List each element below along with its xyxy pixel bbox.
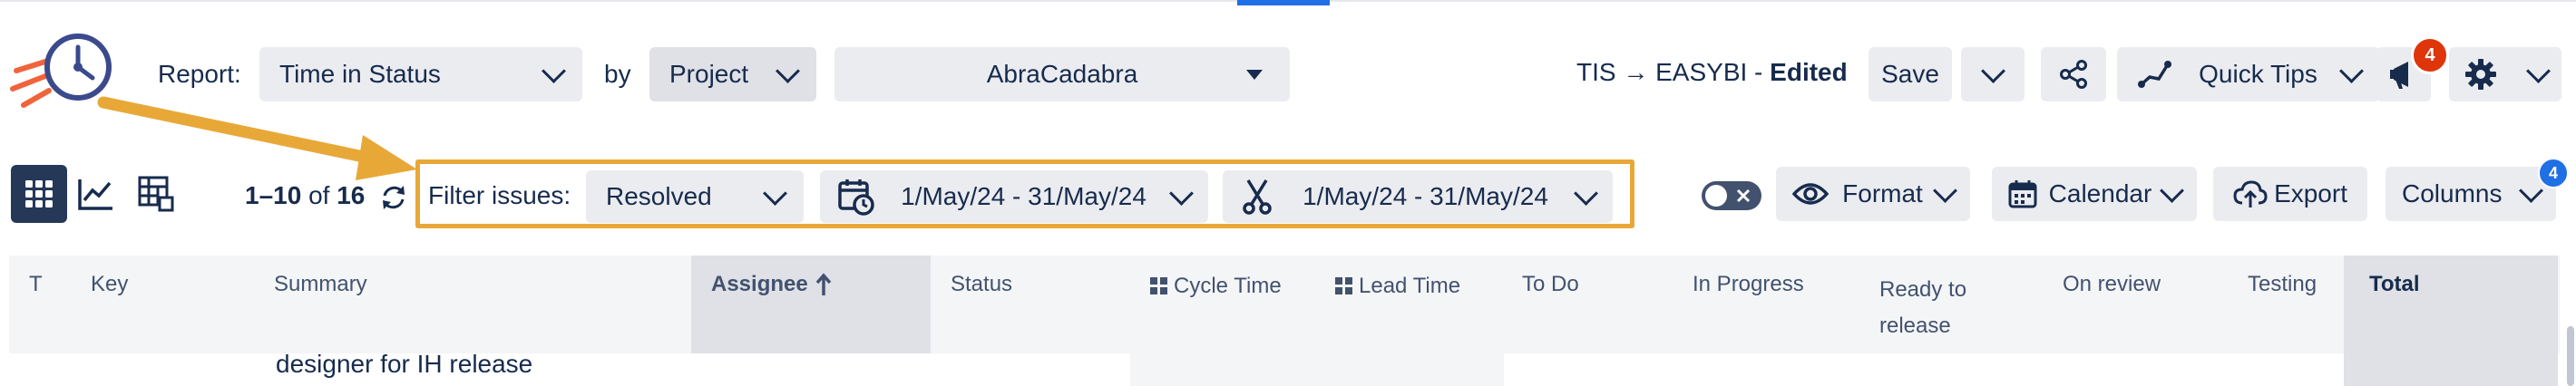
columns-badge: 4 [2538,158,2569,188]
project-select-value: AbraCadabra [986,60,1138,88]
calendar-clock-icon [838,179,874,216]
column-header-key[interactable]: Key [91,272,128,297]
refresh-icon[interactable] [379,183,408,212]
format-label: Format [1842,179,1923,207]
chevron-down-icon [542,58,566,83]
columns-label: Columns [2402,179,2503,207]
caret-down-icon [1246,69,1263,80]
column-header-cycle-time[interactable]: Cycle Time [1150,274,1282,299]
calendar-label: Calendar [2048,179,2152,207]
lead-time-label: Lead Time [1359,274,1461,298]
group-by-value: Project [669,60,749,88]
sort-ascending-icon [815,273,832,295]
grid-view-button[interactable] [11,165,67,223]
quick-tips-label: Quick Tips [2199,60,2317,88]
chevron-down-icon [763,180,787,206]
ready-line-2: release [1879,314,1951,338]
column-header-total[interactable]: Total [2369,272,2420,297]
columns-button[interactable]: Columns [2386,167,2556,221]
chevron-down-icon [1574,180,1598,206]
column-header-lead-time[interactable]: Lead Time [1335,274,1460,299]
filter-label: Filter issues: [428,181,571,209]
toggle-switch[interactable] [1702,181,1761,210]
chevron-down-icon [776,58,800,83]
date-range-2-value: 1/May/24 - 31/May/24 [1303,182,1548,210]
cycle-lead-cells [1130,353,1504,386]
report-select[interactable]: Time in Status [259,47,582,101]
ready-line-1: Ready to [1879,277,1967,302]
column-header-summary[interactable]: Summary [274,272,367,297]
share-button[interactable] [2041,47,2106,101]
close-icon [1736,188,1751,203]
report-label: Report: [158,60,241,88]
range-prefix: 1–10 [245,181,302,209]
save-options-button[interactable] [1961,47,2025,101]
calendar-icon [2008,180,2037,208]
filter-status-select[interactable]: Resolved [586,170,804,223]
column-header-status[interactable]: Status [951,272,1012,297]
project-select[interactable]: AbraCadabra [834,47,1290,101]
by-label: by [604,60,631,88]
grid-small-icon [1150,277,1167,294]
chevron-down-icon [2526,58,2551,83]
group-by-select[interactable]: Project [649,47,816,101]
table-header [9,256,2560,353]
report-title-name: TIS → EASYBI - [1576,58,1771,86]
assignee-header-label: Assignee [711,272,808,296]
scissors-icon [1243,179,1272,215]
report-title-status: Edited [1770,58,1848,86]
chevron-down-icon [1980,58,2005,83]
date-range-1-value: 1/May/24 - 31/May/24 [901,182,1147,210]
format-button[interactable]: Format [1776,167,1970,221]
quick-tips-button[interactable]: Quick Tips [2117,47,2380,101]
save-button-label: Save [1881,60,1939,88]
save-button[interactable]: Save [1869,47,1952,101]
pagination-range: 1–10 of 16 [245,181,365,210]
toggle-knob [1705,185,1727,207]
column-header-ready-to-release[interactable]: Ready to release [1879,272,1966,344]
column-header-to-do[interactable]: To Do [1522,272,1579,297]
settings-button[interactable] [2449,47,2561,101]
table-row-summary: designer for IH release [276,350,533,378]
chevron-down-icon [2339,58,2364,83]
report-select-value: Time in Status [279,60,441,88]
path-icon [2138,61,2171,88]
chevron-down-icon [1169,180,1194,206]
export-button[interactable]: Export [2213,167,2367,221]
assignee-column-highlight [691,256,931,353]
cloud-upload-icon [2233,180,2268,207]
chart-view-icon[interactable] [78,178,114,210]
column-header-testing[interactable]: Testing [2248,272,2317,297]
gear-icon [2465,59,2496,90]
filter-status-value: Resolved [606,182,712,210]
range-total: 16 [337,181,366,209]
chevron-down-icon [2519,178,2543,203]
range-of: of [301,181,337,209]
date-range-select-1[interactable]: 1/May/24 - 31/May/24 [820,170,1208,223]
eye-icon [1792,183,1829,205]
column-header-type[interactable]: T [29,272,43,297]
export-label: Export [2274,179,2347,207]
grid-small-icon [1335,277,1352,294]
calendar-button[interactable]: Calendar [1992,167,2197,221]
chevron-down-icon [1933,178,1957,203]
column-header-assignee[interactable]: Assignee [711,272,832,297]
vertical-scrollbar[interactable] [2567,326,2574,386]
cycle-time-label: Cycle Time [1174,274,1282,298]
pivot-view-icon[interactable] [138,176,174,212]
total-cell [2344,353,2558,386]
column-header-on-review[interactable]: On review [2063,272,2161,297]
active-tab-indicator [1237,0,1330,5]
share-icon [2060,60,2087,89]
grid-icon [25,180,53,207]
date-range-select-2[interactable]: 1/May/24 - 31/May/24 [1223,170,1613,223]
column-header-in-progress[interactable]: In Progress [1693,272,1804,297]
report-title: TIS → EASYBI - Edited [1576,58,1848,87]
notifications-badge: 4 [2411,36,2449,74]
chevron-down-icon [2160,178,2184,203]
